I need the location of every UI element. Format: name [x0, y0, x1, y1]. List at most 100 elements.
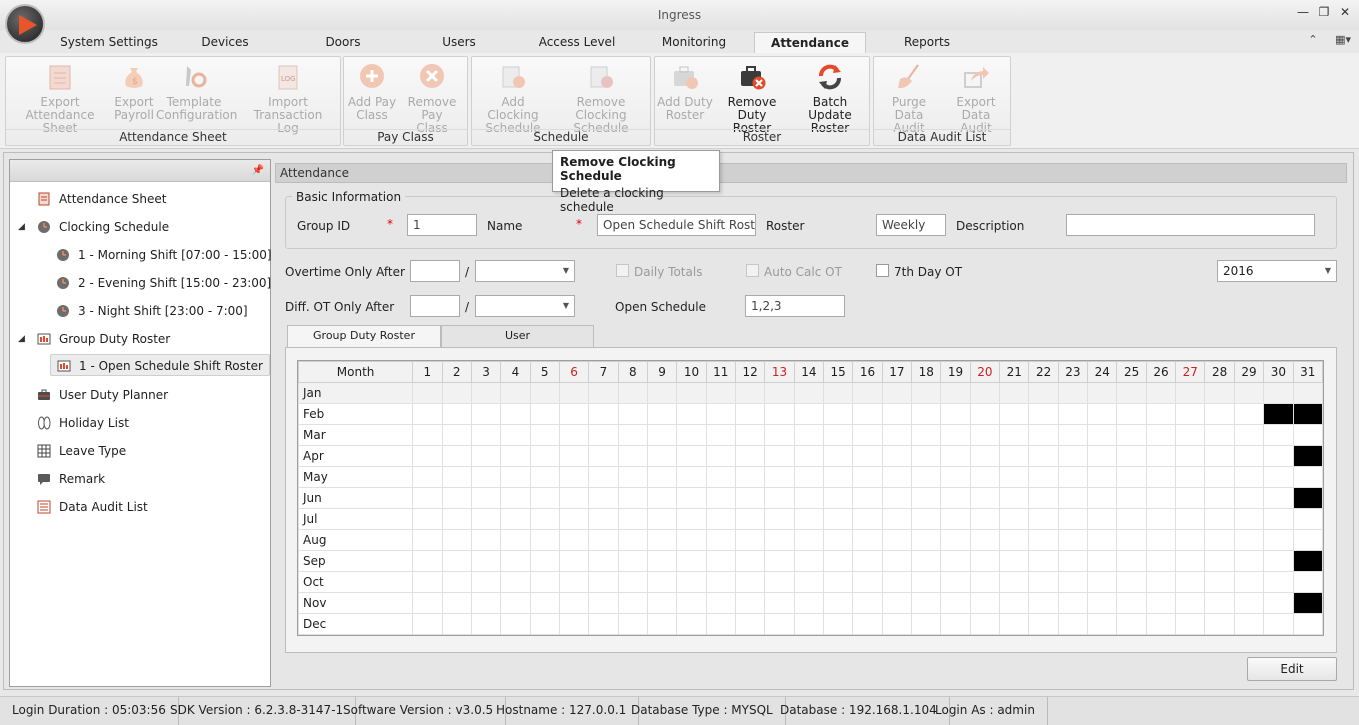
day-cell[interactable] [1087, 424, 1118, 446]
day-cell[interactable] [558, 508, 590, 530]
day-cell[interactable] [529, 445, 560, 467]
day-cell[interactable] [822, 487, 854, 509]
day-cell[interactable] [1087, 529, 1118, 551]
day-cell[interactable] [1292, 592, 1323, 614]
day-cell[interactable] [1028, 613, 1059, 635]
day-cell[interactable] [500, 403, 531, 425]
day-cell[interactable] [881, 529, 913, 551]
day-cell[interactable] [734, 613, 766, 635]
day-cell[interactable] [441, 550, 472, 572]
day-cell[interactable] [1145, 571, 1177, 593]
add-pay-class-button[interactable]: Add Pay Class [346, 62, 398, 122]
day-cell[interactable] [529, 466, 560, 488]
day-cell[interactable] [500, 445, 531, 467]
collapse-arrow-icon[interactable]: ◢ [18, 222, 25, 232]
day-cell[interactable] [793, 571, 825, 593]
day-cell[interactable] [911, 424, 942, 446]
day-cell[interactable] [1087, 613, 1118, 635]
group-id-field[interactable]: 1 [407, 214, 477, 236]
day-cell[interactable] [911, 613, 942, 635]
day-cell[interactable] [1087, 487, 1118, 509]
day-cell[interactable] [911, 508, 942, 530]
day-cell[interactable] [617, 445, 648, 467]
day-cell[interactable] [911, 382, 942, 404]
day-cell[interactable] [500, 550, 531, 572]
day-cell[interactable] [999, 592, 1030, 614]
day-cell[interactable] [1263, 508, 1294, 530]
day-cell[interactable] [1087, 550, 1118, 572]
day-cell[interactable] [1028, 571, 1059, 593]
day-cell[interactable] [412, 571, 443, 593]
day-cell[interactable] [1028, 592, 1059, 614]
day-cell[interactable] [1292, 403, 1323, 425]
day-cell[interactable] [940, 613, 971, 635]
day-cell[interactable] [764, 466, 795, 488]
day-cell[interactable] [617, 529, 648, 551]
day-cell[interactable] [852, 487, 883, 509]
restore-button[interactable]: ❐ [1315, 5, 1333, 19]
day-cell[interactable] [969, 571, 1001, 593]
day-cell[interactable] [412, 529, 443, 551]
day-cell[interactable] [588, 508, 619, 530]
day-cell[interactable] [646, 550, 678, 572]
template-configuration-button[interactable]: Template Configuration [156, 62, 237, 122]
day-cell[interactable] [588, 403, 619, 425]
day-cell[interactable] [558, 445, 590, 467]
day-cell[interactable] [1263, 550, 1294, 572]
tab-monitoring[interactable]: Monitoring [656, 32, 732, 54]
day-cell[interactable] [969, 382, 1001, 404]
day-cell[interactable] [1028, 403, 1059, 425]
day-cell[interactable] [852, 613, 883, 635]
day-cell[interactable] [911, 445, 942, 467]
day-cell[interactable] [999, 529, 1030, 551]
tab-group-duty-roster[interactable]: Group Duty Roster [287, 325, 441, 348]
day-cell[interactable] [969, 613, 1001, 635]
day-cell[interactable] [881, 550, 913, 572]
day-cell[interactable] [1028, 487, 1059, 509]
day-cell[interactable] [1145, 445, 1177, 467]
day-cell[interactable] [412, 403, 443, 425]
day-cell[interactable] [500, 613, 531, 635]
day-cell[interactable] [764, 382, 795, 404]
day-cell[interactable] [1116, 424, 1147, 446]
day-cell[interactable] [1263, 424, 1294, 446]
day-cell[interactable] [617, 571, 648, 593]
close-button[interactable]: ✕ [1336, 5, 1354, 19]
day-cell[interactable] [1057, 508, 1089, 530]
day-cell[interactable] [500, 487, 531, 509]
day-cell[interactable] [676, 613, 707, 635]
day-cell[interactable] [822, 424, 854, 446]
day-cell[interactable] [1175, 508, 1206, 530]
day-cell[interactable] [999, 508, 1030, 530]
day-cell[interactable] [529, 403, 560, 425]
day-cell[interactable] [940, 529, 971, 551]
day-cell[interactable] [617, 466, 648, 488]
day-cell[interactable] [764, 550, 795, 572]
day-cell[interactable] [1263, 466, 1294, 488]
day-cell[interactable] [1087, 403, 1118, 425]
day-cell[interactable] [764, 529, 795, 551]
day-cell[interactable] [529, 424, 560, 446]
day-cell[interactable] [529, 592, 560, 614]
tab-devices[interactable]: Devices [196, 32, 254, 54]
day-cell[interactable] [1116, 529, 1147, 551]
day-cell[interactable] [558, 571, 590, 593]
day-cell[interactable] [412, 466, 443, 488]
day-cell[interactable] [646, 508, 678, 530]
roster-field[interactable]: Weekly [876, 214, 946, 236]
day-cell[interactable] [588, 445, 619, 467]
day-cell[interactable] [1175, 487, 1206, 509]
day-cell[interactable] [999, 487, 1030, 509]
day-cell[interactable] [558, 403, 590, 425]
day-cell[interactable] [734, 403, 766, 425]
day-cell[interactable] [1057, 487, 1089, 509]
day-cell[interactable] [529, 550, 560, 572]
day-cell[interactable] [1087, 571, 1118, 593]
day-cell[interactable] [1145, 403, 1177, 425]
open-schedule-field[interactable]: 1,2,3 [745, 295, 845, 317]
diff-ot-hours-field[interactable] [410, 295, 460, 317]
day-cell[interactable] [911, 466, 942, 488]
day-cell[interactable] [969, 550, 1001, 572]
day-cell[interactable] [1175, 571, 1206, 593]
day-cell[interactable] [1233, 382, 1265, 404]
